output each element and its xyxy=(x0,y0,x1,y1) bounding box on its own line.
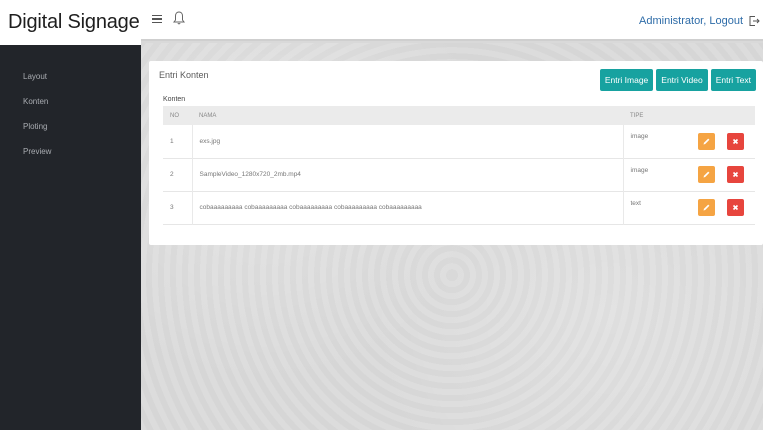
content-table: NO NAMA TIPE 1 exs.jpg image 2 SampleVid… xyxy=(163,106,755,225)
sidebar-menu: Layout Konten Ploting Preview xyxy=(0,64,141,164)
sidebar: Digital Signage Layout Konten Ploting Pr… xyxy=(0,0,141,430)
user-menu: Administrator, Logout xyxy=(639,0,763,41)
table-row: 3 cobaaaaaaaaa cobaaaaaaaaa cobaaaaaaaaa… xyxy=(163,191,755,224)
section-label: Konten xyxy=(163,96,186,103)
cell-nama: SampleVideo_1280x720_2mb.mp4 xyxy=(191,158,623,191)
edit-button[interactable] xyxy=(698,199,715,216)
cell-tipe: text xyxy=(622,191,684,224)
cell-tipe: image xyxy=(622,125,684,158)
table-row: 1 exs.jpg image xyxy=(163,125,755,158)
cell-no: 2 xyxy=(170,171,174,178)
sidebar-item-layout[interactable]: Layout xyxy=(0,64,141,89)
sidebar-item-ploting[interactable]: Ploting xyxy=(0,114,141,139)
close-icon xyxy=(732,138,738,144)
top-navbar: Administrator, Logout xyxy=(141,0,763,41)
column-header-tipe: TIPE xyxy=(630,112,644,119)
delete-button[interactable] xyxy=(726,166,744,183)
edit-button[interactable] xyxy=(698,166,715,183)
close-icon xyxy=(732,204,738,211)
column-header-nama: NAMA xyxy=(199,112,217,119)
cell-tipe: image xyxy=(622,158,684,191)
table-row: 2 SampleVideo_1280x720_2mb.mp4 image xyxy=(163,158,755,191)
panel-title: Entri Konten xyxy=(159,70,209,80)
edit-button[interactable] xyxy=(698,132,715,150)
pencil-icon xyxy=(703,204,710,211)
entri-text-button[interactable]: Entri Text xyxy=(710,69,756,91)
table-header-row: NO NAMA TIPE xyxy=(163,106,755,125)
column-header-no: NO xyxy=(170,112,179,119)
cell-actions xyxy=(684,191,755,224)
column-header-actions xyxy=(684,106,755,125)
cell-nama: exs.jpg xyxy=(191,125,623,158)
app-title[interactable]: Digital Signage xyxy=(0,0,141,45)
sidebar-item-konten[interactable]: Konten xyxy=(0,89,141,114)
content-panel: Entri Konten Entri Image Entri Video Ent… xyxy=(149,61,763,245)
pencil-icon xyxy=(703,138,710,145)
cell-nama: cobaaaaaaaaa cobaaaaaaaaa cobaaaaaaaaa c… xyxy=(191,191,623,224)
entri-video-button[interactable]: Entri Video xyxy=(656,69,708,91)
close-icon xyxy=(732,171,738,178)
hamburger-icon[interactable] xyxy=(152,15,162,23)
admin-logout-link[interactable]: Administrator, Logout xyxy=(639,15,743,27)
cell-actions xyxy=(684,158,755,191)
entry-button-group: Entri Image Entri Video Entri Text xyxy=(599,69,756,91)
sidebar-item-preview[interactable]: Preview xyxy=(0,139,141,164)
entri-image-button[interactable]: Entri Image xyxy=(599,69,654,91)
pencil-icon xyxy=(703,171,710,178)
delete-button[interactable] xyxy=(726,199,744,216)
bell-icon[interactable] xyxy=(172,10,186,26)
delete-button[interactable] xyxy=(726,132,744,150)
cell-no: 1 xyxy=(170,137,174,145)
cell-no: 3 xyxy=(170,204,174,211)
logout-icon[interactable] xyxy=(748,15,760,27)
cell-actions xyxy=(684,125,755,158)
